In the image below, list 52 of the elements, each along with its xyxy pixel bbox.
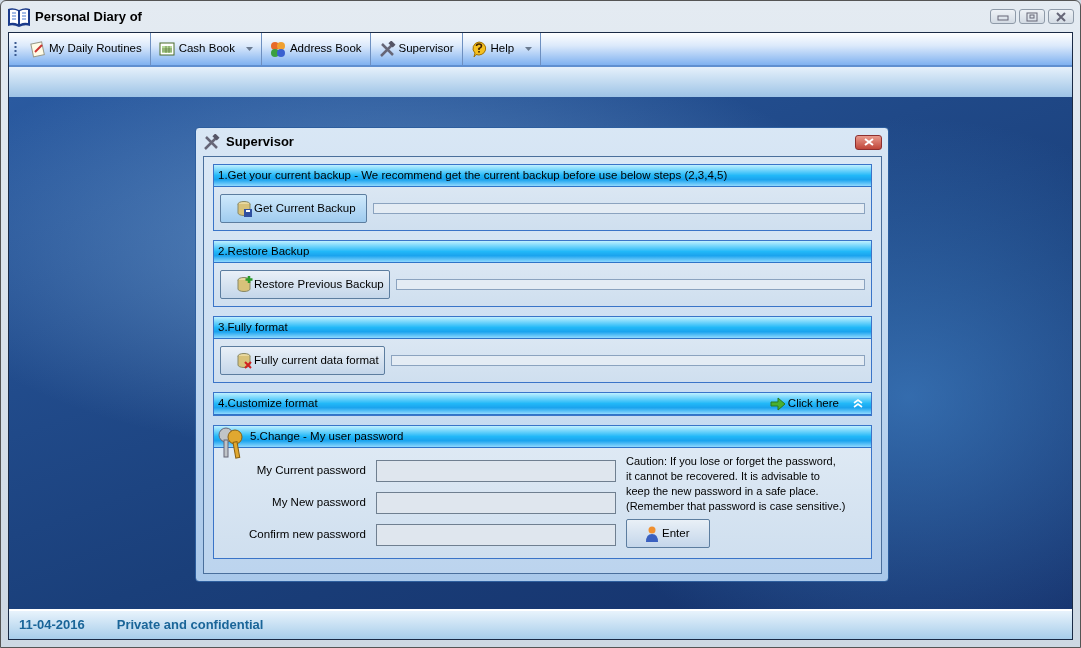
action-button[interactable]: Get Current Backup bbox=[220, 194, 367, 223]
click-here-link[interactable]: Click here bbox=[769, 394, 839, 413]
arrow-icon bbox=[769, 396, 786, 411]
people-icon bbox=[269, 40, 287, 58]
help-icon bbox=[470, 40, 488, 58]
action-button[interactable]: Fully current data format bbox=[220, 346, 385, 375]
ledger-icon bbox=[158, 40, 176, 58]
password-field[interactable] bbox=[376, 524, 616, 546]
status-date: 11-04-2016 bbox=[19, 616, 85, 635]
status-text: Private and confidential bbox=[116, 616, 264, 635]
database-icon bbox=[236, 276, 253, 293]
toolbar-button[interactable]: Cash Book bbox=[150, 33, 262, 65]
toolbar-button[interactable]: Help bbox=[462, 33, 542, 65]
note-icon bbox=[29, 40, 46, 58]
database-icon bbox=[236, 352, 253, 369]
restore-icon bbox=[1026, 11, 1038, 22]
minimize-button[interactable] bbox=[990, 9, 1016, 24]
book-icon bbox=[7, 5, 31, 28]
caution-text: it cannot be recovered. It is advisable to bbox=[626, 469, 821, 484]
field-label: My New password bbox=[272, 495, 366, 511]
tools-icon bbox=[378, 40, 396, 58]
section-title: 3.Fully format bbox=[218, 319, 288, 335]
dialog-title: Supervisor bbox=[226, 133, 294, 152]
close-icon bbox=[1055, 11, 1067, 22]
user-icon bbox=[645, 525, 661, 542]
keys-icon bbox=[216, 426, 246, 460]
database-icon bbox=[236, 200, 253, 217]
grip-icon bbox=[13, 41, 17, 57]
chevron-up-icon[interactable] bbox=[853, 398, 863, 409]
password-field[interactable] bbox=[376, 460, 616, 482]
caution-text: keep the new password in a safe place. bbox=[626, 484, 820, 499]
caution-text: (Remember that password is case sensitive.) bbox=[626, 499, 846, 514]
minimize-icon bbox=[997, 12, 1009, 21]
section-title: 2.Restore Backup bbox=[218, 243, 310, 259]
close-icon bbox=[863, 138, 874, 146]
caution-text: Caution: If you lose or forget the password, bbox=[626, 454, 837, 469]
restore-button[interactable] bbox=[1019, 9, 1045, 24]
close-button[interactable] bbox=[855, 134, 882, 150]
password-field[interactable] bbox=[376, 492, 616, 514]
action-button[interactable]: Restore Previous Backup bbox=[220, 270, 390, 299]
field-label: My Current password bbox=[256, 463, 366, 479]
close-button[interactable] bbox=[1048, 9, 1074, 24]
section-title: 1.Get your current backup - We recommend get the current backup before use below steps (2,3,4,5) bbox=[218, 167, 728, 183]
toolbar-button[interactable]: Supervisor bbox=[370, 33, 463, 65]
toolbar-button[interactable]: Address Book bbox=[261, 33, 371, 65]
tools-icon bbox=[203, 133, 220, 151]
window-title: Personal Diary of bbox=[35, 7, 142, 26]
enter-button[interactable]: Enter bbox=[626, 519, 710, 548]
field-label: Confirm new password bbox=[249, 527, 366, 543]
section-title: 4.Customize format bbox=[218, 395, 318, 411]
toolbar-button[interactable]: My Daily Routines bbox=[21, 33, 151, 65]
section-title: 5.Change - My user password bbox=[250, 428, 404, 444]
